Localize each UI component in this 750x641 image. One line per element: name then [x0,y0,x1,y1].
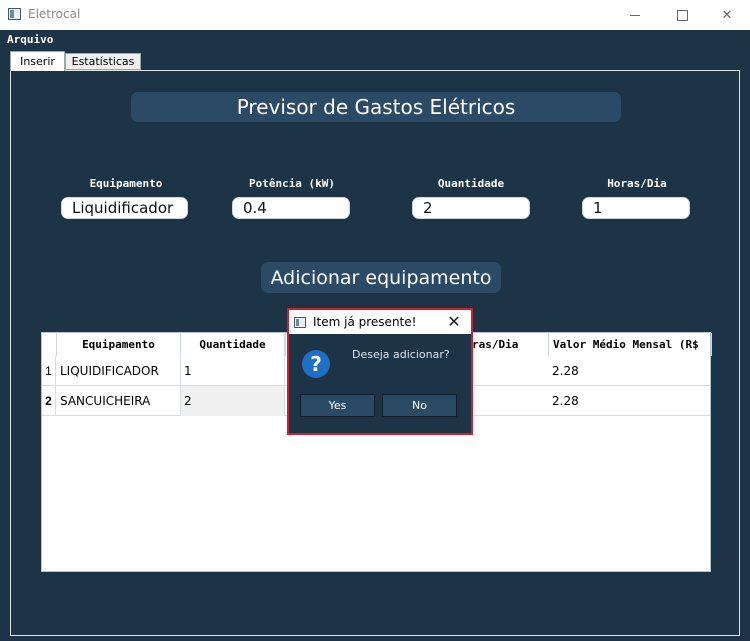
add-equipment-button[interactable]: Adicionar equipamento [261,262,501,293]
tab-inserir[interactable]: Inserir [10,51,65,71]
app-icon [8,8,21,20]
dialog-title: Item já presente! [313,315,417,329]
potencia-input[interactable]: 0.4 [232,197,350,219]
maximize-button[interactable] [659,0,705,30]
cell-quantidade[interactable]: 2 [181,386,285,416]
close-button[interactable]: ✕ [704,0,750,30]
close-icon: ✕ [721,7,733,22]
dialog-titlebar: Item já presente! ✕ [289,310,471,334]
cell-equipamento[interactable]: SANCUICHEIRA [57,386,181,416]
col-horas[interactable]: ras/Dia [472,333,549,356]
window-title: Eletrocal [28,7,81,21]
menubar: Arquivo [0,30,750,50]
label-equipamento: Equipamento [89,177,163,190]
label-potencia: Potência (kW) [248,177,336,190]
corner-header [42,333,57,356]
row-number: 2 [42,386,56,416]
page-title: Previsor de Gastos Elétricos [131,92,621,122]
tab-estatisticas[interactable]: Estatísticas [65,53,141,70]
row-number: 1 [42,356,56,386]
dialog-app-icon [294,317,306,328]
label-horas: Horas/Dia [607,177,667,190]
label-quantidade: Quantidade [437,177,505,190]
minimize-icon [630,14,640,16]
quantidade-input[interactable]: 2 [412,197,530,219]
cell-quantidade[interactable]: 1 [181,356,285,386]
window-titlebar: Eletrocal ✕ [0,0,750,30]
col-valor[interactable]: Valor Médio Mensal (R$ [549,333,712,356]
question-icon: ? [302,350,330,378]
col-equipamento[interactable]: Equipamento [57,333,181,356]
menu-arquivo[interactable]: Arquivo [7,33,53,46]
cell-valor[interactable]: 2.28 [549,386,710,416]
col-potencia[interactable] [285,333,286,356]
equipamento-input[interactable]: Liquidificador [61,197,188,219]
yes-button[interactable]: Yes [300,394,375,417]
col-quantidade[interactable]: Quantidade [181,333,285,356]
dialog-close-icon[interactable]: ✕ [444,313,464,331]
horas-input[interactable]: 1 [582,197,690,219]
maximize-icon [676,9,688,21]
no-button[interactable]: No [382,394,457,417]
item-present-dialog: Item já presente! ✕ ? Deseja adicionar? … [289,310,471,433]
cell-valor[interactable]: 2.28 [549,356,710,386]
dialog-message: Deseja adicionar? [352,348,450,361]
minimize-button[interactable] [612,0,658,30]
cell-equipamento[interactable]: LIQUIDIFICADOR [57,356,181,386]
